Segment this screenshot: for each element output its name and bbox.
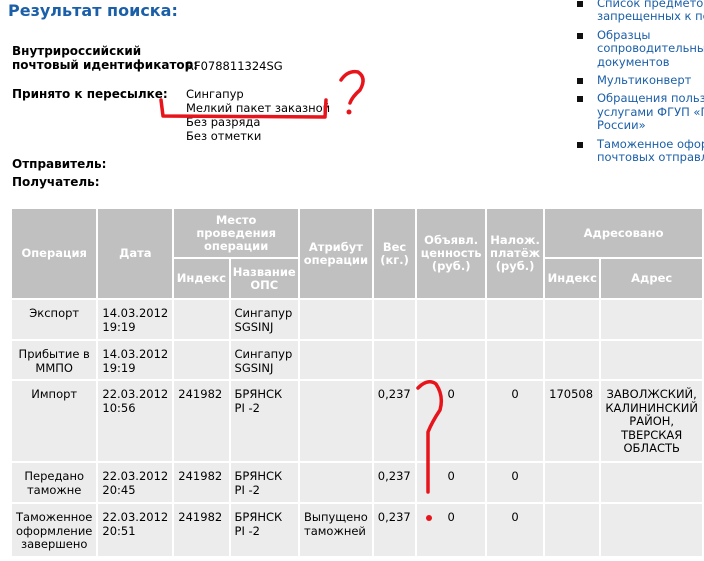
cell-addr-index [543,298,602,341]
table-row: Импорт 22.03.2012 10:56 241982 БРЯНСК PI… [9,379,704,463]
table-row: Экспорт 14.03.2012 19:19 Сингапур SGSINJ [9,298,704,341]
tracking-id-value: RF078811324SG [186,59,283,73]
bullet-icon [577,78,583,85]
cell-declared: 0 [415,461,487,504]
cell-attribute [298,339,374,381]
cell-cod: 0 [484,379,546,463]
header-cod: Налож. платёж (руб.) [484,207,546,300]
cell-addr-index [543,502,602,558]
cell-address [599,339,704,381]
cell-weight [371,298,418,341]
cell-date: 14.03.2012 19:19 [96,298,175,341]
tracking-id-label-line2: почтовый идентификатор: [12,58,199,72]
link-customs-clearance[interactable]: Таможенное офор почтовых отправле [574,138,704,165]
cell-cod: 0 [484,461,546,504]
sender-label: Отправитель: [12,157,107,171]
header-addr-index: Индекс [543,257,602,300]
cell-cod [484,339,546,381]
cell-addr-index [543,461,602,504]
header-weight: Вес (кг.) [371,207,418,300]
cell-declared: 0 [415,502,487,558]
question-mark-small-annotation [339,69,365,105]
header-addressed: Адресовано [543,207,704,259]
cell-attribute: Выпущено таможней [298,502,374,558]
cell-address: ЗАВОЛЖСКИЙ, КАЛИНИНСКИЙ РАЙОН, ТВЕРСКАЯ … [599,379,704,463]
link-document-samples[interactable]: Образцы сопроводительных документов [574,29,704,69]
cell-date: 22.03.2012 20:51 [96,502,175,558]
bullet-icon [577,96,583,103]
bullet-icon [577,141,583,148]
cell-ops-name: БРЯНСК PI -2 [228,379,301,463]
cell-operation: Таможенное оформление завершено [9,502,99,558]
cell-weight: 0,237 [371,502,418,558]
question-dot-small-annotation [346,109,352,115]
accepted-category: Без разряда [186,115,261,129]
cell-index: 241982 [172,461,231,504]
bullet-icon [577,1,583,7]
related-links: Список предметов запрещенных к пер Образ… [574,0,704,169]
cell-operation: Экспорт [9,298,99,341]
table-row: Прибытие в ММПО 14.03.2012 19:19 Сингапу… [9,339,704,381]
cell-operation: Передано таможне [9,461,99,504]
table-row: Таможенное оформление завершено 22.03.20… [9,502,704,558]
header-place: Место проведения операции [172,207,301,259]
cell-cod: 0 [484,502,546,558]
cell-attribute [298,298,374,341]
cell-operation: Прибытие в ММПО [9,339,99,381]
cell-ops-name: БРЯНСК PI -2 [228,502,301,558]
header-address: Адрес [599,257,704,300]
header-index: Индекс [172,257,231,300]
accepted-values: Сингапур Мелкий пакет заказной Без разря… [186,87,330,143]
header-ops-name: Название ОПС [228,257,301,300]
cell-index [172,298,231,341]
cell-weight: 0,237 [371,461,418,504]
header-attribute: Атрибут операции [298,207,374,300]
cell-addr-index [543,339,602,381]
cell-ops-name: Сингапур SGSINJ [228,339,301,381]
cell-declared [415,339,487,381]
accepted-country: Сингапур [186,87,244,101]
cell-attribute [298,461,374,504]
recipient-label: Получатель: [12,175,100,189]
cell-index: 241982 [172,379,231,463]
header-declared-value: Объявл. ценность (руб.) [415,207,487,300]
tracking-id-label: Внутрироссийский почтовый идентификатор: [12,44,198,72]
cell-ops-name: БРЯНСК PI -2 [228,461,301,504]
cell-declared: 0 [415,379,487,463]
cell-declared [415,298,487,341]
cell-operation: Импорт [9,379,99,463]
accepted-label: Принято к пересылке: [12,87,168,101]
cell-addr-index: 170508 [543,379,602,463]
cell-ops-name: Сингапур SGSINJ [228,298,301,341]
accepted-type: Мелкий пакет заказной [186,101,331,115]
cell-address [599,461,704,504]
header-date: Дата [96,207,175,300]
cell-date: 14.03.2012 19:19 [96,339,175,381]
link-multienvelope[interactable]: Мультиконверт [574,74,704,87]
header-operation: Операция [9,207,99,300]
link-prohibited-items[interactable]: Список предметов запрещенных к пер [574,0,704,24]
operations-table: Операция Дата Место проведения операции … [9,207,704,558]
cell-attribute [298,379,374,463]
bullet-icon [577,32,583,39]
cell-cod [484,298,546,341]
cell-date: 22.03.2012 20:45 [96,461,175,504]
cell-weight: 0,237 [371,379,418,463]
cell-date: 22.03.2012 10:56 [96,379,175,463]
page-title: Результат поиска: [8,1,178,20]
link-user-appeals[interactable]: Обращения пользо услугами ФГУП «По Росси… [574,92,704,132]
cell-address [599,502,704,558]
cell-address [599,298,704,341]
accepted-mark: Без отметки [186,129,262,143]
tracking-id-label-line1: Внутрироссийский [12,44,142,58]
cell-index: 241982 [172,502,231,558]
cell-weight [371,339,418,381]
table-row: Передано таможне 22.03.2012 20:45 241982… [9,461,704,504]
cell-index [172,339,231,381]
